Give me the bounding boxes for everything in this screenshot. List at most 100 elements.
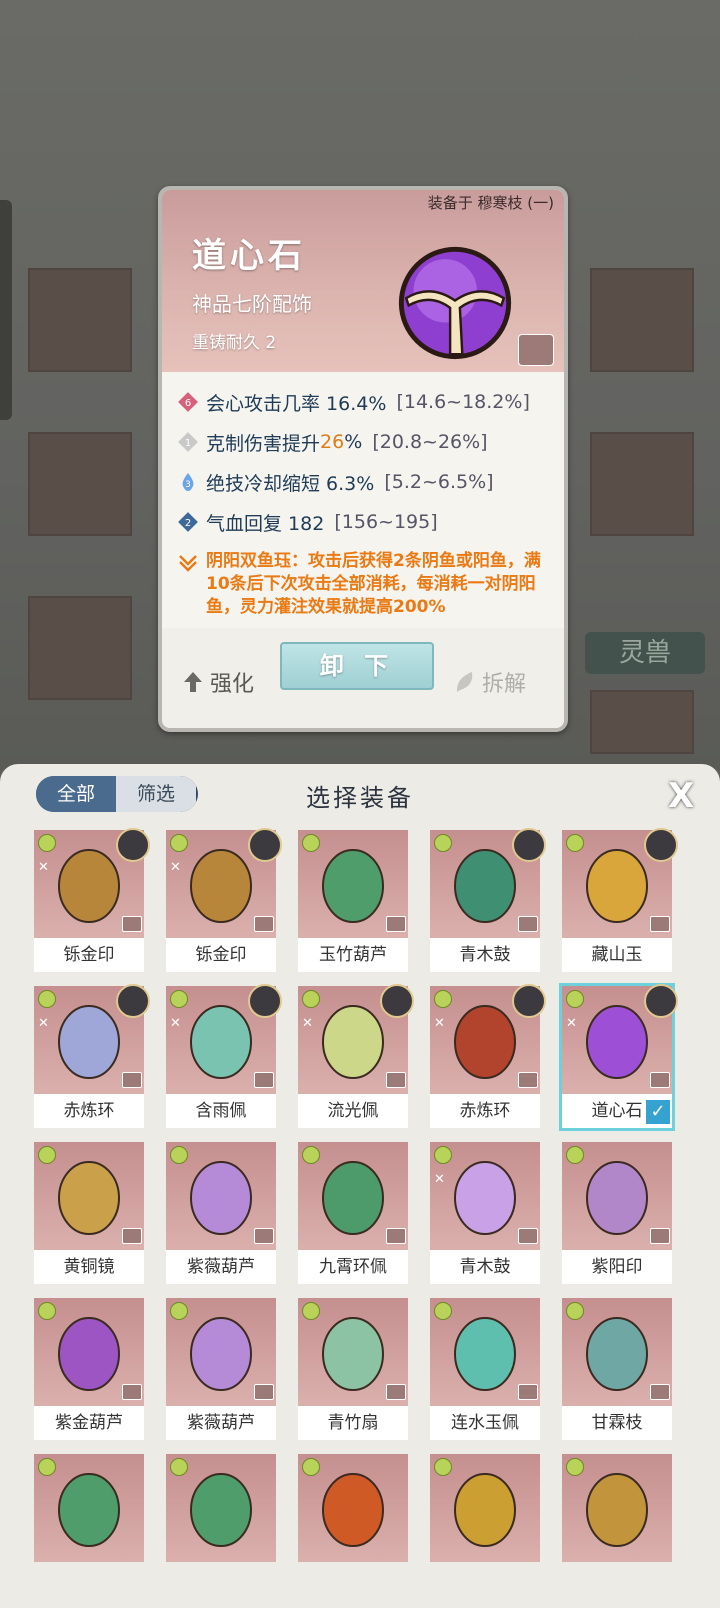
equipment-card[interactable]: ✕ 流光佩 bbox=[298, 984, 414, 1128]
lock-icon[interactable] bbox=[386, 1384, 406, 1400]
equip-slot[interactable] bbox=[28, 596, 132, 700]
equipment-name: 黄铜镜 bbox=[34, 1250, 144, 1284]
equipment-card[interactable]: 紫金葫芦 bbox=[34, 1298, 144, 1440]
equip-slot[interactable] bbox=[590, 432, 694, 536]
set-mark-icon: ✕ bbox=[38, 860, 49, 875]
rarity-gem-icon bbox=[566, 1146, 584, 1164]
equipment-card[interactable]: 藏山玉 bbox=[562, 828, 678, 972]
close-icon[interactable]: X bbox=[668, 776, 694, 816]
lock-icon[interactable] bbox=[254, 1384, 274, 1400]
equipment-image: ✕ bbox=[430, 1142, 540, 1250]
equipment-name: 青木鼓 bbox=[430, 938, 540, 972]
equipment-name: 九霄环佩 bbox=[298, 1250, 408, 1284]
equipment-card[interactable]: 九霄环佩 bbox=[298, 1142, 408, 1284]
rarity-gem-icon bbox=[302, 1458, 320, 1476]
equipment-card[interactable]: 黄铜镜 bbox=[34, 1142, 144, 1284]
item-name: 道心石 bbox=[192, 236, 306, 276]
lock-icon[interactable] bbox=[254, 916, 274, 932]
passive-effect: 阴阳双鱼珏：攻击后获得2条阴鱼或阳鱼，满10条后下次攻击全部消耗，每消耗一对阴阳… bbox=[178, 550, 558, 619]
rarity-gem-icon bbox=[434, 1146, 452, 1164]
equipment-card[interactable]: 紫阳印 bbox=[562, 1142, 672, 1284]
panel-title: 选择装备 bbox=[306, 784, 414, 812]
svg-text:3: 3 bbox=[185, 480, 191, 490]
lock-icon[interactable] bbox=[386, 1072, 406, 1088]
equipment-card[interactable]: ✕ 赤炼环 bbox=[430, 984, 546, 1128]
equipment-card[interactable]: 青竹扇 bbox=[298, 1298, 408, 1440]
equipment-image bbox=[562, 1454, 672, 1562]
equipment-card[interactable]: ✕ 含雨佩 bbox=[166, 984, 282, 1128]
rarity-gem-icon bbox=[434, 834, 452, 852]
equip-slot[interactable] bbox=[28, 268, 132, 372]
lock-icon[interactable] bbox=[518, 916, 538, 932]
equipment-card[interactable] bbox=[298, 1454, 408, 1596]
lock-icon[interactable] bbox=[386, 916, 406, 932]
equipment-card[interactable]: ✕ 铄金印 bbox=[34, 828, 150, 972]
equipment-image bbox=[562, 1298, 672, 1406]
lock-icon[interactable] bbox=[122, 916, 142, 932]
strengthen-button[interactable]: 强化 bbox=[182, 666, 254, 698]
rarity-gem-icon bbox=[566, 990, 584, 1008]
equipment-card[interactable]: ✕ 道心石 ✓ bbox=[559, 983, 678, 1131]
equipment-card[interactable] bbox=[430, 1454, 540, 1596]
equipment-card[interactable] bbox=[166, 1454, 276, 1596]
rarity-gem-icon bbox=[38, 1458, 56, 1476]
rarity-gem-icon bbox=[302, 990, 320, 1008]
rarity-gem-icon bbox=[302, 1146, 320, 1164]
equipment-image bbox=[166, 1142, 276, 1250]
owner-avatar bbox=[116, 828, 150, 862]
equipment-card[interactable]: 玉竹葫芦 bbox=[298, 830, 408, 972]
lock-icon[interactable] bbox=[122, 1072, 142, 1088]
lock-icon[interactable] bbox=[122, 1384, 142, 1400]
rarity-gem-icon bbox=[302, 834, 320, 852]
card-header: 装备于 穆寒枝 (一) 道心石 神品七阶配饰 重铸耐久 2 bbox=[162, 190, 564, 372]
set-mark-icon: ✕ bbox=[302, 1016, 313, 1031]
equipment-name: 含雨佩 bbox=[166, 1094, 276, 1128]
owner-avatar bbox=[512, 828, 546, 862]
equipment-card[interactable]: 甘霖枝 bbox=[562, 1298, 672, 1440]
lock-icon[interactable] bbox=[650, 1072, 670, 1088]
spirit-beast-tab[interactable]: 灵兽 bbox=[585, 632, 705, 674]
unequip-button[interactable]: 卸 下 bbox=[280, 642, 434, 690]
equip-slot[interactable] bbox=[28, 432, 132, 536]
lock-icon[interactable] bbox=[518, 1072, 538, 1088]
equip-slot[interactable] bbox=[590, 268, 694, 372]
equipment-card[interactable]: 紫薇葫芦 bbox=[166, 1298, 276, 1440]
rank-badge-icon: 1 bbox=[178, 432, 198, 452]
equipment-card[interactable]: ✕ 赤炼环 bbox=[34, 984, 150, 1128]
equip-slot[interactable] bbox=[590, 690, 694, 754]
lock-button[interactable] bbox=[518, 334, 554, 366]
lock-icon[interactable] bbox=[518, 1228, 538, 1244]
equipment-image bbox=[298, 830, 408, 938]
stat-row: 1 克制伤害提升 26% [20.8~26%] bbox=[178, 422, 558, 462]
lock-icon[interactable] bbox=[386, 1228, 406, 1244]
lock-icon[interactable] bbox=[254, 1072, 274, 1088]
equipment-card[interactable]: 紫薇葫芦 bbox=[166, 1142, 276, 1284]
stat-row: 2 气血回复 182 [156~195] bbox=[178, 502, 558, 542]
equipment-card[interactable]: 连水玉佩 bbox=[430, 1298, 540, 1440]
equipment-image bbox=[430, 1298, 540, 1406]
equipment-image bbox=[298, 1454, 408, 1562]
rarity-gem-icon bbox=[170, 1458, 188, 1476]
lock-icon[interactable] bbox=[518, 1384, 538, 1400]
lock-icon[interactable] bbox=[122, 1228, 142, 1244]
rarity-gem-icon bbox=[38, 1146, 56, 1164]
equipment-card[interactable] bbox=[34, 1454, 144, 1596]
svg-text:2: 2 bbox=[185, 518, 191, 529]
owner-avatar bbox=[644, 828, 678, 862]
rank-badge-icon: 6 bbox=[178, 392, 198, 412]
stats-list: 6 会心攻击几率 16.4% [14.6~18.2%] 1 克制伤害提升 26% … bbox=[178, 382, 558, 619]
equipment-card[interactable] bbox=[562, 1454, 672, 1596]
lock-icon[interactable] bbox=[650, 1228, 670, 1244]
equipment-card[interactable]: ✕ 铄金印 bbox=[166, 828, 282, 972]
lock-icon[interactable] bbox=[254, 1228, 274, 1244]
equipment-card[interactable]: 青木鼓 bbox=[430, 828, 546, 972]
lock-icon[interactable] bbox=[650, 1384, 670, 1400]
equipment-card[interactable]: ✕ 青木鼓 bbox=[430, 1142, 540, 1284]
rarity-gem-icon bbox=[170, 834, 188, 852]
dismantle-button[interactable]: 拆解 bbox=[454, 666, 526, 698]
lock-icon[interactable] bbox=[650, 916, 670, 932]
stat-row: 3 绝技冷却缩短 6.3% [5.2~6.5%] bbox=[178, 462, 558, 502]
owner-avatar bbox=[644, 984, 678, 1018]
rarity-gem-icon bbox=[566, 1302, 584, 1320]
rarity-gem-icon bbox=[170, 990, 188, 1008]
